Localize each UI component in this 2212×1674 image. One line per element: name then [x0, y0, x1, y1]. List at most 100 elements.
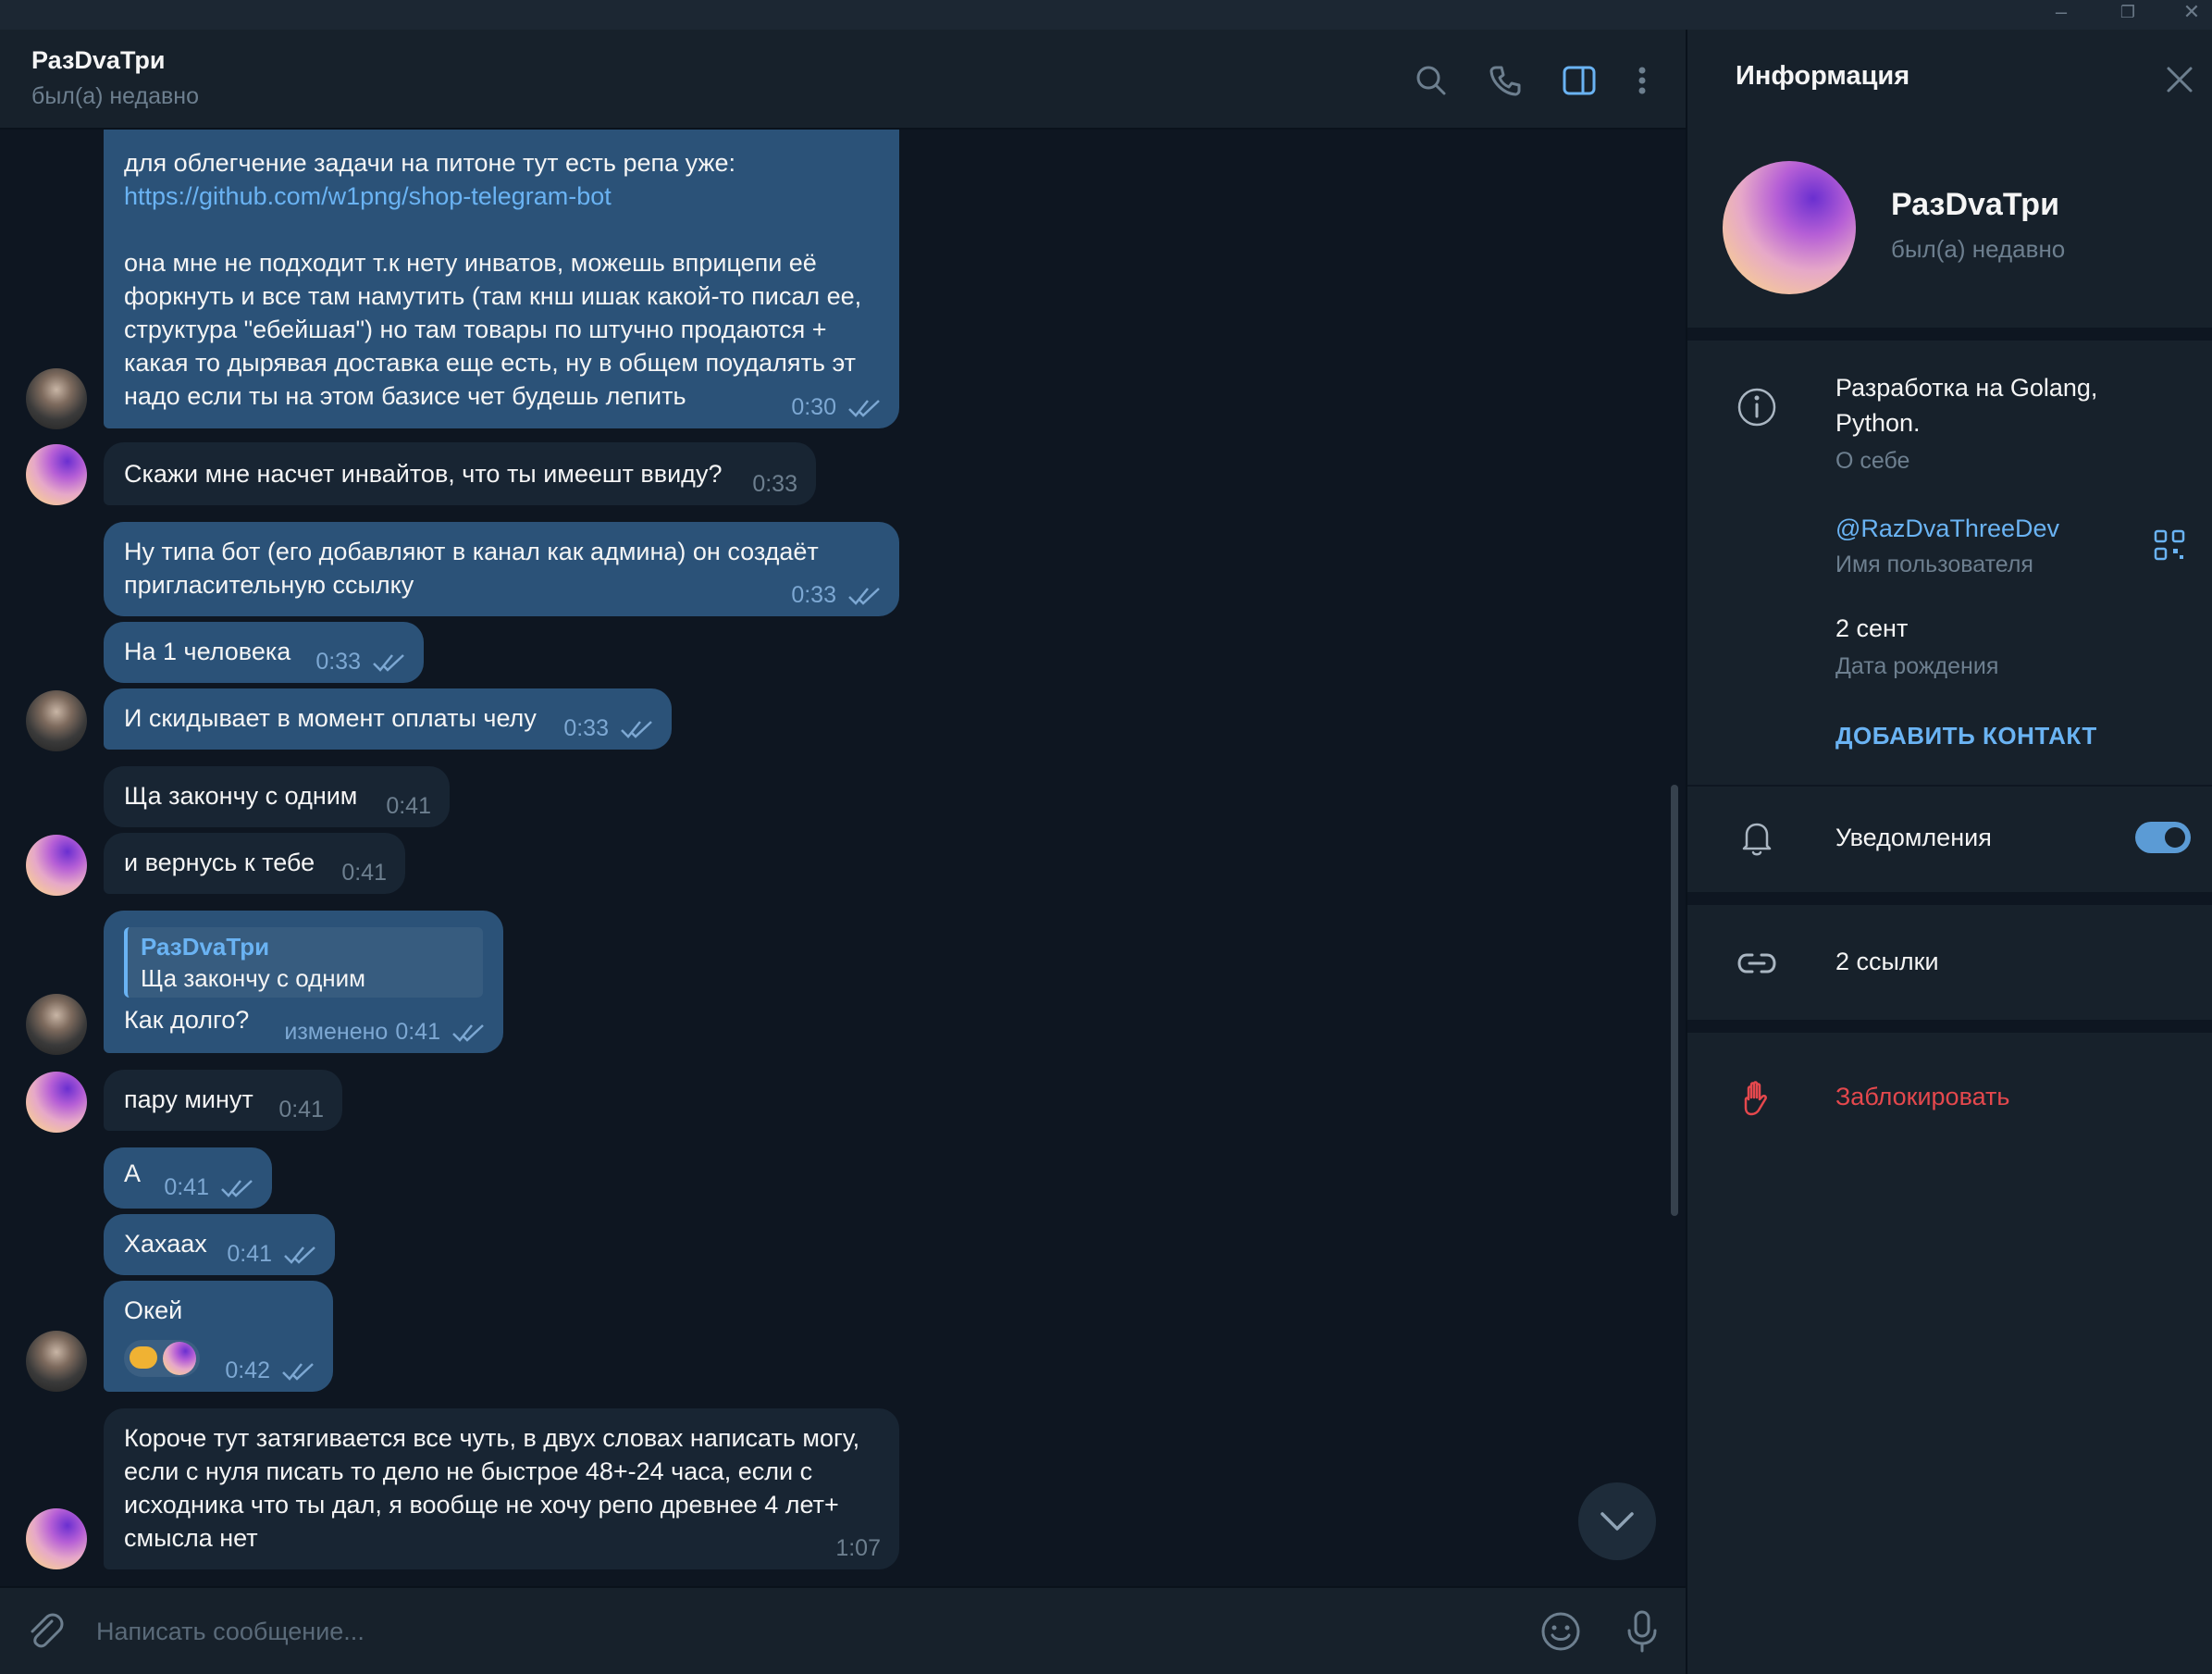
message-time: 0:41	[227, 1241, 272, 1267]
chat-header: РазDvaТри был(а) недавно	[0, 30, 1686, 130]
restore-icon[interactable]: ❐	[2107, 0, 2148, 30]
message-time: 0:33	[563, 715, 609, 741]
message-outgoing[interactable]: для облегчение задачи на питоне тут есть…	[104, 130, 899, 428]
message-time: 0:30	[791, 394, 836, 420]
message-meta: 0:41	[278, 1097, 324, 1123]
links-item[interactable]: 2 ссылки	[1835, 944, 1939, 979]
divider	[1687, 892, 2212, 905]
message-text: Скажи мне насчет инвайтов, что ты имеешт…	[124, 460, 723, 488]
reply-text: Ща закончу с одним	[141, 964, 366, 992]
message-incoming[interactable]: Скажи мне насчет инвайтов, что ты имеешт…	[104, 442, 816, 505]
notifications-label: Уведомления	[1835, 824, 1992, 851]
microphone-icon[interactable]	[1621, 1608, 1663, 1655]
link-icon	[1736, 942, 1778, 985]
message-time: 0:33	[752, 471, 797, 497]
emoji-icon[interactable]	[1539, 1610, 1582, 1653]
message-time: 0:41	[278, 1097, 324, 1122]
bio-text: Разработка на Golang, Python.	[1835, 374, 2098, 437]
message-meta: 0:41	[386, 793, 431, 820]
message-incoming[interactable]: и вернусь к тебе 0:41	[104, 833, 405, 894]
double-check-icon	[221, 1179, 253, 1197]
message-incoming[interactable]: пару минут 0:41	[104, 1070, 342, 1131]
scrollbar[interactable]	[1671, 785, 1678, 1216]
notifications-toggle[interactable]	[2135, 822, 2191, 853]
avatar[interactable]	[26, 444, 87, 505]
message-outgoing[interactable]: А 0:41	[104, 1147, 272, 1209]
reactor-avatar	[163, 1342, 196, 1375]
chat-title[interactable]: РазDvaТри	[31, 46, 166, 75]
profile-avatar[interactable]	[1723, 161, 1856, 294]
close-window-icon[interactable]: ✕	[2171, 0, 2212, 30]
message-meta: изменено 0:41	[284, 1019, 485, 1046]
message-meta: 0:33	[791, 582, 881, 609]
scroll-down-button[interactable]	[1578, 1482, 1656, 1560]
double-check-icon	[848, 399, 880, 417]
birthday-text: 2 сент	[1835, 614, 1909, 642]
double-check-icon	[848, 587, 880, 605]
window-titlebar: – ❐ ✕	[0, 0, 2212, 30]
message-outgoing[interactable]: И скидывает в момент оплаты челу 0:33	[104, 688, 672, 750]
avatar[interactable]	[26, 835, 87, 896]
message-outgoing[interactable]: На 1 человека 0:33	[104, 622, 424, 683]
avatar[interactable]	[26, 1331, 87, 1392]
phone-icon[interactable]	[1482, 57, 1528, 104]
avatar[interactable]	[26, 1072, 87, 1133]
block-user-button[interactable]: Заблокировать	[1835, 1079, 2009, 1114]
message-meta: 0:41	[227, 1241, 316, 1268]
avatar[interactable]	[26, 368, 87, 429]
message-text: Как долго?	[124, 1006, 250, 1034]
avatar[interactable]	[26, 994, 87, 1055]
message-meta: 0:33	[563, 715, 653, 742]
message-time: 1:07	[835, 1535, 881, 1561]
reaction-chip[interactable]	[124, 1340, 200, 1377]
block-hand-icon	[1736, 1077, 1778, 1120]
avatar[interactable]	[26, 1508, 87, 1569]
message-link[interactable]: https://github.com/w1png/shop-telegram-b…	[124, 180, 612, 213]
sidebar-toggle-icon[interactable]	[1556, 57, 1602, 104]
double-check-icon	[282, 1362, 314, 1381]
info-title: Информация	[1736, 61, 1910, 91]
close-icon[interactable]	[2163, 63, 2196, 96]
bio-label: О себе	[1835, 448, 1910, 474]
handshake-emoji	[130, 1346, 157, 1369]
message-text: Хахаах	[124, 1230, 207, 1258]
reply-author: РазDvaТри	[141, 933, 270, 961]
add-contact-button[interactable]: ДОБАВИТЬ КОНТАКТ	[1835, 722, 2097, 750]
message-outgoing[interactable]: РазDvaТри Ща закончу с одним Как долго? …	[104, 911, 503, 1053]
message-text: Короче тут затягивается все чуть, в двух…	[124, 1424, 860, 1552]
paperclip-icon[interactable]	[24, 1610, 67, 1653]
message-outgoing[interactable]: Окей 0:42	[104, 1281, 333, 1392]
message-text: Окей	[124, 1296, 183, 1324]
username-link[interactable]: @RazDvaThreeDev	[1835, 511, 2059, 546]
double-check-icon	[284, 1246, 315, 1264]
message-outgoing[interactable]: Ну типа бот (его добавляют в канал как а…	[104, 522, 899, 616]
qr-code-icon[interactable]	[2154, 529, 2185, 561]
message-incoming[interactable]: Ща закончу с одним 0:41	[104, 766, 450, 827]
message-input[interactable]	[96, 1610, 1484, 1653]
message-text: Ща закончу с одним	[124, 782, 358, 810]
profile-status: был(а) недавно	[1891, 235, 2066, 263]
message-text: А	[124, 1159, 142, 1187]
more-vertical-icon[interactable]	[1619, 57, 1665, 104]
username-label: Имя пользователя	[1835, 552, 2033, 577]
avatar[interactable]	[26, 690, 87, 751]
message-time: 0:41	[341, 860, 387, 886]
message-time: 0:42	[225, 1358, 270, 1383]
message-meta: 0:41	[341, 860, 387, 887]
search-icon[interactable]	[1408, 57, 1454, 104]
message-text: Ну типа бот (его добавляют в канал как а…	[124, 538, 819, 599]
message-incoming[interactable]: Короче тут затягивается все чуть, в двух…	[104, 1408, 899, 1569]
message-time: 0:41	[164, 1174, 209, 1200]
message-composer	[0, 1586, 1686, 1674]
message-text: И скидывает в момент оплаты челу	[124, 704, 537, 732]
toggle-knob	[2162, 825, 2188, 850]
edited-label: изменено	[284, 1019, 389, 1045]
message-meta: 0:30	[791, 394, 881, 421]
minimize-icon[interactable]: –	[2041, 0, 2082, 30]
message-list[interactable]: для облегчение задачи на питоне тут есть…	[0, 130, 1686, 1586]
double-check-icon	[452, 1023, 484, 1042]
message-meta: 0:42	[225, 1358, 315, 1384]
reply-quote[interactable]: РазDvaТри Ща закончу с одним	[124, 927, 483, 998]
birthday-label: Дата рождения	[1835, 653, 1999, 679]
message-outgoing[interactable]: Хахаах 0:41	[104, 1214, 335, 1275]
